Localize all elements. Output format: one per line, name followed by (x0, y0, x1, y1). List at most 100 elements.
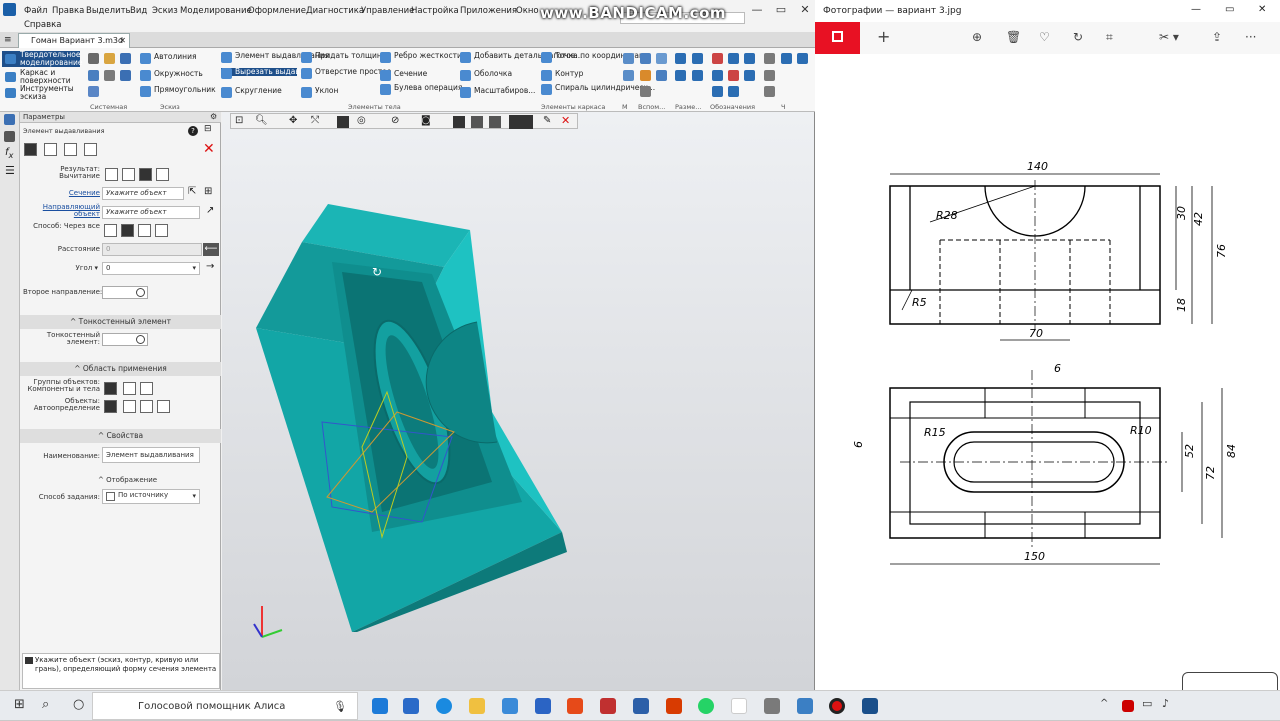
search-icon[interactable]: ⌕ (42, 697, 49, 712)
close-icon[interactable]: ✕ (1258, 4, 1266, 15)
section-field[interactable]: Укажите объект (102, 187, 184, 200)
menu-sketch[interactable]: Эскиз (152, 6, 178, 16)
network-icon[interactable]: ▭ (1142, 697, 1152, 710)
sketch-new-icon[interactable]: ⊞ (204, 186, 212, 197)
objects-manual-icon[interactable] (123, 400, 136, 413)
view-cube-icon[interactable] (337, 116, 349, 128)
tool-rectangle[interactable]: Прямоугольник (140, 86, 216, 97)
pan-icon[interactable]: ✥ (289, 115, 297, 126)
3d-viewport[interactable]: ↻ (222, 112, 814, 690)
name-field[interactable]: Элемент выдавливания (102, 447, 200, 463)
cs-icon[interactable] (640, 70, 651, 81)
drawing-icon[interactable] (764, 53, 775, 64)
method-to-vertex-icon[interactable] (138, 224, 151, 237)
designation3-icon[interactable] (744, 53, 755, 64)
fit-icon[interactable]: ⊡ (235, 115, 243, 126)
objects-add-icon[interactable] (157, 400, 170, 413)
menu-help[interactable]: Справка (24, 20, 61, 30)
photos-taskbar-icon[interactable] (797, 698, 813, 714)
result-intersect-icon[interactable] (156, 168, 169, 181)
tree-icon[interactable] (4, 114, 15, 125)
designation2-icon[interactable] (728, 53, 739, 64)
section-view-icon[interactable]: ◙ (421, 115, 431, 126)
menu-design[interactable]: Оформление (248, 6, 306, 16)
measure-icon[interactable] (471, 116, 483, 128)
dim2-icon[interactable] (692, 53, 703, 64)
fx-icon[interactable]: fx (5, 147, 13, 160)
arrow-icon[interactable]: ↗ (206, 205, 214, 216)
list-icon[interactable]: ☰ (5, 164, 15, 177)
axis-icon[interactable] (656, 53, 667, 64)
aux-icon[interactable] (623, 70, 634, 81)
crop-icon[interactable]: ⌗ (1106, 30, 1113, 45)
properties-icon[interactable] (104, 70, 115, 81)
section-label[interactable]: Сечение (20, 189, 100, 197)
layers-icon[interactable] (489, 116, 501, 128)
tab-close-icon[interactable]: ✕ (119, 34, 126, 48)
share-icon[interactable]: ⇪ (1212, 30, 1222, 44)
delete-icon[interactable]: 🗑︎ (1006, 30, 1021, 44)
arrow-right-icon[interactable]: → (206, 261, 214, 272)
tool-circle[interactable]: Окружность (140, 70, 203, 81)
menu-toggle-icon[interactable]: ≡ (4, 35, 12, 45)
undo-icon[interactable] (88, 86, 99, 97)
tool-add-part[interactable]: Добавить деталь-заготов... (460, 52, 582, 63)
app-icon[interactable] (535, 698, 551, 714)
edit-icon[interactable]: ✂ ▾ (1159, 30, 1179, 44)
tool-rib[interactable]: Ребро жесткости (380, 52, 462, 63)
tool-contour[interactable]: Контур (541, 70, 583, 81)
powerpoint-icon[interactable] (666, 698, 682, 714)
print-icon[interactable] (88, 70, 99, 81)
filter-icon[interactable] (509, 115, 533, 129)
microphone-icon[interactable]: 🎙︎ (333, 693, 347, 721)
new-icon[interactable] (88, 53, 99, 64)
menu-view[interactable]: Вид (130, 6, 147, 16)
pdf-icon[interactable] (600, 698, 616, 714)
menu-diagnostics[interactable]: Диагностика (306, 6, 364, 16)
windows-start-icon[interactable]: ⊞ (14, 697, 25, 712)
favorite-icon[interactable]: ♡ (1039, 30, 1050, 44)
cortana-icon[interactable]: ○ (73, 697, 84, 712)
maximize-icon[interactable]: ▭ (1225, 4, 1234, 15)
volume-icon[interactable]: ♪ (1162, 697, 1169, 710)
rotate-icon[interactable]: ↻ (1073, 30, 1083, 44)
menu-apps[interactable]: Приложения (460, 6, 517, 16)
tool-point-coords[interactable]: Точка по координатам (541, 52, 645, 63)
pin-icon[interactable]: ⊟ (204, 124, 212, 134)
designation7-icon[interactable] (712, 86, 723, 97)
plane-icon[interactable] (640, 53, 651, 64)
tool-extrude[interactable]: Элемент выдавливания (221, 52, 329, 63)
groups-all-icon[interactable] (104, 382, 117, 395)
help-icon[interactable]: ? (188, 126, 198, 136)
store-icon[interactable] (502, 698, 518, 714)
photos-collection-button[interactable] (815, 22, 860, 54)
tool-shell[interactable]: Оболочка (460, 70, 512, 81)
aux-icon[interactable] (623, 53, 634, 64)
taskbar-search-input[interactable]: Голосовой помощник Алиса 🎙︎ (92, 692, 358, 720)
tray-chevron-icon[interactable]: ^ (1100, 698, 1108, 709)
shading-icon[interactable]: ◎ (357, 115, 366, 126)
result-add-icon[interactable] (105, 168, 118, 181)
hide-icon[interactable]: ⊘ (391, 115, 399, 126)
direction-left-icon[interactable]: ⟵ (203, 243, 219, 256)
menu-file[interactable]: Файл (24, 6, 47, 16)
tool-cut-extrude[interactable]: Вырезать выдавливанием (221, 68, 338, 79)
designation-icon[interactable] (712, 53, 723, 64)
save-as-icon[interactable] (120, 70, 131, 81)
whatsapp-icon[interactable] (698, 698, 714, 714)
plane2-icon[interactable] (656, 70, 667, 81)
word-icon[interactable] (633, 698, 649, 714)
tab-params-icon[interactable] (24, 143, 37, 156)
tab-rb-icon[interactable] (44, 143, 57, 156)
zoom-icon[interactable]: ⊕ (972, 30, 982, 44)
extra2-icon[interactable] (797, 53, 808, 64)
tool-fillet[interactable]: Скругление (221, 87, 282, 98)
save-icon[interactable] (120, 53, 131, 64)
sketch-pick-icon[interactable]: ⇱ (188, 186, 196, 197)
tab-prop-icon[interactable] (64, 143, 77, 156)
dropbox-icon[interactable] (372, 698, 388, 714)
tool-boolean[interactable]: Булева операция (380, 84, 462, 95)
distance-field[interactable]: 0 (102, 243, 202, 256)
maximize-icon[interactable]: ▭ (769, 2, 793, 18)
menu-edit[interactable]: Правка (52, 6, 84, 16)
